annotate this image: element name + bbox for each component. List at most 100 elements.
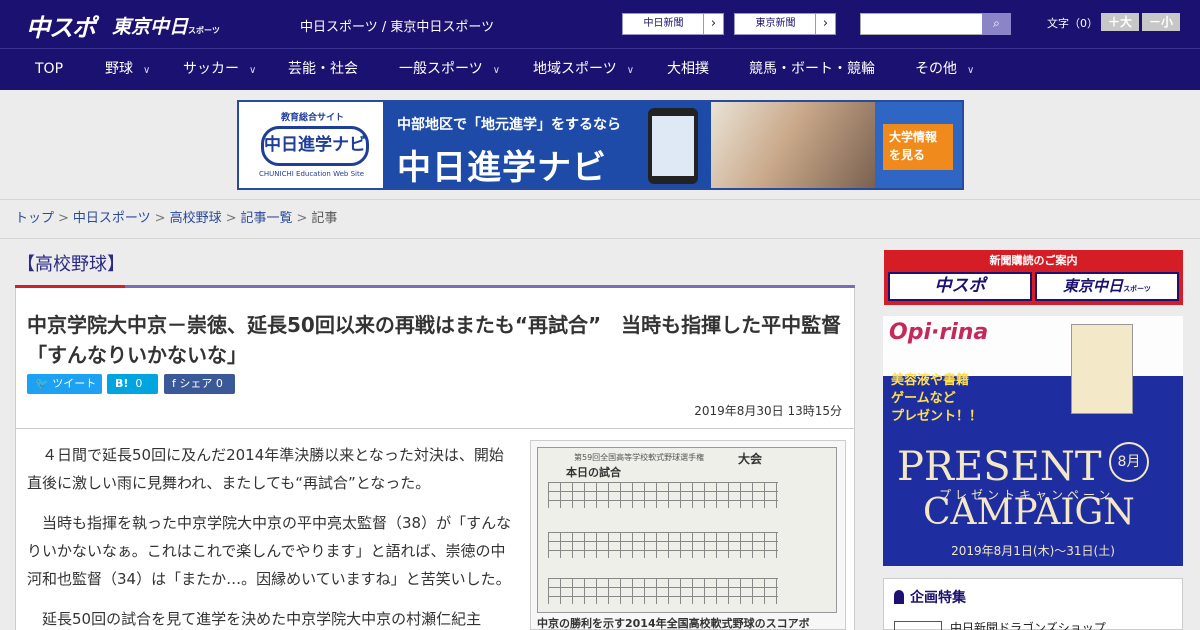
chevron-down-icon: ∨ — [143, 65, 151, 76]
nav-item-label: TOP — [35, 61, 64, 77]
site-links[interactable]: 中日スポーツ / 東京中日スポーツ — [300, 16, 494, 35]
tokyo-chunichi-sports-logo[interactable]: 東京中日スポーツ — [112, 12, 220, 39]
breadcrumb-chunichi-sports[interactable]: 中日スポーツ — [73, 211, 151, 226]
chunichi-shimbun-button[interactable]: 中日新聞 › — [622, 13, 724, 35]
breadcrumb-current: 記事 — [311, 211, 338, 226]
chunichi-sports-logo[interactable]: 中スポ — [26, 8, 96, 43]
nav-item-label: サッカー — [183, 61, 239, 77]
subscription-label: 新聞購読のご案内 — [989, 254, 1078, 267]
chevron-right-icon: › — [815, 14, 835, 34]
article-paragraph: ４日間で延長50回に及んだ2014年準決勝以来となった対決は、開始直後に激しい雨… — [27, 446, 504, 492]
chevron-right-icon: › — [703, 14, 723, 34]
students-photo — [711, 102, 875, 188]
figure-caption: 中京の勝利を示す2014年全国高校軟式野球のスコアボ — [537, 617, 810, 630]
ad-month-badge: 8月 — [1109, 442, 1149, 482]
article-divider — [16, 428, 854, 429]
tokyo-logo-suffix: スポーツ — [188, 26, 220, 35]
scoreboard-header-text: 第59回全国高等学校軟式野球選手権 — [574, 453, 705, 462]
breadcrumb-article-list[interactable]: 記事一覧 — [241, 211, 293, 226]
shingaku-navi-banner[interactable]: 教育総合サイト 中日進学ナビ CHUNICHI Education Web Si… — [237, 100, 964, 190]
subscribe-tokyo-main: 東京中日 — [1063, 277, 1124, 295]
hatena-icon: B! — [115, 377, 129, 390]
shingaku-navi-logo: 中日進学ナビ — [261, 126, 369, 166]
breadcrumb-separator: > — [225, 211, 237, 226]
facebook-share-label: シェア — [179, 377, 213, 390]
article-paragraph: 当時も指揮を執った中京学院大中京の平中亮太監督（38）が「すんなりいかないなぁ。… — [27, 514, 512, 588]
feature-item[interactable]: 中日新聞ドラゴンズショップ — [894, 619, 1106, 630]
ad-copy-line: プレゼント！！ — [891, 409, 983, 424]
nav-item-sumo[interactable]: 大相撲 — [667, 49, 709, 90]
scoreboard-photo: 第59回全国高等学校軟式野球選手権 本日の試合 大会 — [537, 447, 837, 613]
breadcrumb-separator: > — [154, 211, 166, 226]
article-date: 2019年8月30日 13時15分 — [694, 404, 842, 418]
breadcrumb-top[interactable]: トップ — [15, 211, 54, 226]
banner-logo-area: 教育総合サイト 中日進学ナビ CHUNICHI Education Web Si… — [239, 102, 383, 188]
hatena-count: 0 — [135, 377, 143, 390]
tweet-button[interactable]: 🐦 ツイート — [27, 374, 102, 394]
nav-item-general-sports[interactable]: 一般スポーツ ∨ — [399, 49, 500, 90]
feature-box: 企画特集 中日新聞ドラゴンズショップ — [883, 578, 1183, 630]
facebook-share-button[interactable]: f シェア 0 — [164, 374, 235, 394]
hatena-bookmark-button[interactable]: B! 0 — [107, 374, 158, 394]
nav-item-soccer[interactable]: サッカー ∨ — [183, 49, 256, 90]
ad-top-band: Opi·rina — [883, 316, 1183, 376]
article-figure[interactable]: 第59回全国高等学校軟式野球選手権 本日の試合 大会 中京の勝利を示す2014年… — [530, 440, 846, 630]
banner-subtitle: 中部地区で「地元進学」をするなら — [397, 117, 621, 133]
breadcrumb: トップ > 中日スポーツ > 高校野球 > 記事一覧 > 記事 — [0, 199, 1200, 239]
nav-item-top[interactable]: TOP — [35, 49, 63, 90]
chevron-down-icon: ∨ — [492, 65, 501, 76]
tokyo-logo-main: 東京中日 — [112, 16, 189, 38]
nav-item-local-sports[interactable]: 地域スポーツ ∨ — [533, 49, 634, 90]
ad-copy: 美容液や書籍 ゲームなど プレゼント！！ — [891, 372, 982, 426]
nav-item-label: 芸能・社会 — [288, 61, 358, 77]
category-heading: 【高校野球】 — [17, 254, 125, 275]
ad-present-text: PRESENT — [897, 444, 1102, 490]
ad-kana-text: プレゼントキャンペーン — [939, 488, 1115, 502]
article-paragraph: 延長50回の試合を見て進学を決めた中京学院大中京の村瀬仁紀主 — [42, 610, 482, 628]
present-campaign-ad[interactable]: Opi·rina 美容液や書籍 ゲームなど プレゼント！！ PRESENT 8月… — [883, 316, 1183, 566]
nav-item-label: その他 — [915, 61, 957, 77]
search-input[interactable] — [860, 13, 984, 35]
scoreboard-grid — [548, 578, 778, 604]
search-button[interactable]: ⌕ — [982, 13, 1011, 35]
search-icon: ⌕ — [993, 16, 1000, 30]
font-size-down-button[interactable]: －小 — [1142, 13, 1180, 31]
subscribe-tokyo-suffix: スポーツ — [1123, 285, 1151, 293]
banner-logo-en: CHUNICHI Education Web Site — [259, 170, 365, 178]
subscription-box: 新聞購読のご案内 中スポ 東京中日スポーツ — [884, 250, 1183, 305]
chunichi-shimbun-label: 中日新聞 — [643, 18, 684, 29]
chevron-down-icon: ∨ — [249, 65, 257, 76]
tweet-label: ツイート — [52, 377, 97, 390]
ad-copy-line: ゲームなど — [891, 391, 956, 406]
font-size-up-button[interactable]: ＋大 — [1101, 13, 1139, 31]
scoreboard-title: 本日の試合 — [566, 466, 621, 479]
university-info-cta[interactable]: 大学情報 を見る — [883, 124, 953, 170]
tokyo-shimbun-button[interactable]: 東京新聞 › — [734, 13, 836, 35]
facebook-icon: f — [172, 377, 176, 390]
chevron-down-icon: ∨ — [967, 65, 975, 76]
article-body: ４日間で延長50回に及んだ2014年準決勝以来となった対決は、開始直後に激しい雨… — [27, 441, 515, 630]
subscribe-chusupo-button[interactable]: 中スポ — [888, 272, 1032, 301]
cta-line2: を見る — [889, 148, 926, 162]
feature-item-label: 中日新聞ドラゴンズショップ — [950, 621, 1106, 630]
banner-headline-area: 中部地区で「地元進学」をするなら 中日進学ナビ — [383, 102, 711, 188]
ad-copy-line: 美容液や書籍 — [891, 373, 970, 388]
cta-line1: 大学情報 — [889, 130, 938, 144]
nav-item-other[interactable]: その他 ∨ — [915, 49, 974, 90]
breadcrumb-high-school-baseball[interactable]: 高校野球 — [170, 211, 222, 226]
ad-book-image — [1071, 324, 1133, 414]
nav-item-label: 一般スポーツ — [399, 61, 483, 77]
facebook-share-count: 0 — [215, 377, 223, 390]
feature-title-text: 企画特集 — [910, 590, 966, 606]
subscribe-tokyo-chunichi-button[interactable]: 東京中日スポーツ — [1035, 272, 1179, 301]
nav-item-racing[interactable]: 競馬・ボート・競輪 — [749, 49, 875, 90]
font-size-label: 文字（0） — [1047, 17, 1098, 30]
banner-title: 中日進学ナビ — [397, 148, 607, 188]
smartphone-image — [648, 108, 698, 184]
page: { "header": { "logo_chunichi_sports": "中… — [0, 0, 1200, 630]
nav-item-baseball[interactable]: 野球 ∨ — [105, 49, 150, 90]
nav-item-entertainment[interactable]: 芸能・社会 — [288, 49, 358, 90]
breadcrumb-separator: > — [296, 211, 308, 226]
chevron-down-icon: ∨ — [626, 65, 635, 76]
banner-kyoiku-text: 教育総合サイト — [281, 113, 345, 123]
